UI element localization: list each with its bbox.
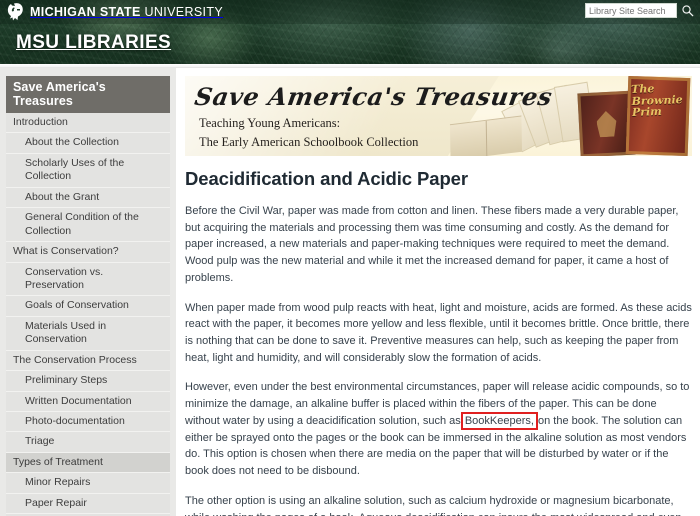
site-search [585,3,694,18]
banner-subtitle-line-2: The Early American Schoolbook Collection [199,133,418,152]
sidebar-item[interactable]: Scholarly Uses of the Collection [6,154,170,188]
wordmark-bold: MICHIGAN STATE [30,5,141,19]
bookkeepers-link[interactable]: BookKeepers, [464,415,535,427]
page-root: MICHIGAN STATE UNIVERSITY MSU LIBRARIES … [0,0,700,516]
page-body: Save America's Treasures IntroductionAbo… [0,68,700,516]
msu-wordmark: MICHIGAN STATE UNIVERSITY [30,5,223,19]
msu-brand-link[interactable]: MICHIGAN STATE UNIVERSITY [0,3,223,22]
sidebar-item[interactable]: Minor Repairs [6,473,170,493]
search-input[interactable] [585,3,677,18]
spartan-helmet-icon [7,3,24,22]
content-gutter [176,68,185,516]
sidebar-item[interactable]: Paper Repair [6,494,170,514]
sidebar-item[interactable]: Preliminary Steps [6,371,170,391]
collection-banner: The Brownie Prim Save America's Treasure… [185,76,692,156]
search-icon[interactable] [681,4,694,17]
sidebar-nav: Save America's Treasures IntroductionAbo… [0,68,176,516]
sidebar-item[interactable]: Written Documentation [6,392,170,412]
paragraph-1: Before the Civil War, paper was made fro… [185,203,692,287]
banner-book-spine-title: The Brownie Prim [631,82,686,119]
msu-header: MICHIGAN STATE UNIVERSITY MSU LIBRARIES [0,0,700,64]
paragraph-3: However, even under the best environment… [185,379,692,479]
sidebar-item[interactable]: What is Conservation? [6,242,170,262]
wordmark-light: UNIVERSITY [145,5,224,19]
sidebar-item-list: IntroductionAbout the CollectionScholarl… [6,113,170,516]
paragraph-4: The other option is using an alkaline so… [185,493,692,516]
sidebar-item[interactable]: Photo-documentation [6,412,170,432]
banner-subtitle: Teaching Young Americans: The Early Amer… [199,114,418,152]
banner-subtitle-line-1: Teaching Young Americans: [199,114,418,133]
sidebar-item[interactable]: About the Collection [6,133,170,153]
sidebar-item[interactable]: Introduction [6,113,170,133]
sidebar-item[interactable]: The Conservation Process [6,351,170,371]
sidebar-item[interactable]: Triage [6,432,170,452]
header-utility-bar: MICHIGAN STATE UNIVERSITY [0,0,700,24]
msu-libraries-title[interactable]: MSU LIBRARIES [16,32,171,54]
sidebar-item[interactable]: General Condition of the Collection [6,208,170,242]
page-title: Deacidification and Acidic Paper [185,168,692,190]
paragraph-2: When paper made from wood pulp reacts wi… [185,300,692,367]
sidebar-title: Save America's Treasures [6,76,170,113]
sidebar-item[interactable]: Conservation vs. Preservation [6,263,170,297]
main-content: The Brownie Prim Save America's Treasure… [185,68,700,516]
banner-script-title: Save America's Treasures [193,82,555,111]
sidebar-item[interactable]: Types of Treatment [6,453,170,473]
sidebar-item[interactable]: About the Grant [6,188,170,208]
sidebar-item[interactable]: Materials Used in Conservation [6,317,170,351]
sidebar-item[interactable]: Goals of Conservation [6,296,170,316]
banner-book-spine: The Brownie Prim [626,76,691,156]
